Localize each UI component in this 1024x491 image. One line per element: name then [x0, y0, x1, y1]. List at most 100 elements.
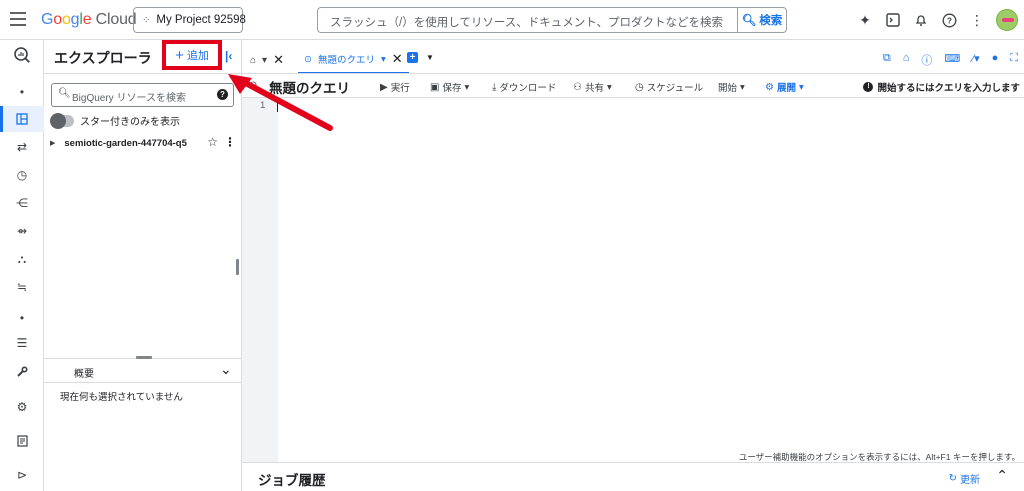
home-icon: ⌂ [250, 54, 257, 66]
schedule-button[interactable]: ◷ スケジュール [635, 80, 703, 95]
search-icon: 🔍︎ [58, 88, 71, 99]
close-icon[interactable]: ✕ [273, 52, 284, 68]
divider [44, 382, 242, 383]
divider [44, 73, 242, 74]
query-workspace: ⌂ ▾ ✕ ⊙ 無題のクエリ ▾ ✕ + ▼ ⧉ ⌂ ⓘ ⌨ ⁄▾ ● ⛶ ⊖ … [242, 40, 1024, 491]
more-icon[interactable]: ⋮ [224, 135, 236, 149]
query-icon: ⊙ [304, 53, 312, 65]
chevron-down-icon[interactable]: ▼ [426, 53, 434, 62]
bigquery-logo-icon[interactable] [12, 45, 32, 65]
project-picker[interactable]: ⁘ My Project 92598 [133, 7, 246, 33]
keyboard-icon[interactable]: ⌨ [944, 52, 960, 68]
release-notes-icon[interactable] [12, 431, 32, 451]
add-button[interactable]: + 追加 [162, 40, 222, 70]
query-status: ! 開始するにはクエリを入力します [863, 80, 1020, 94]
chevron-down-icon[interactable]: ⌄ [220, 361, 232, 378]
graph-icon[interactable]: ⛬ [12, 249, 32, 269]
query-toolbar: ⊖ 無題のクエリ ▶ 実行 ▣ 保存 ▾ ⤓ ダウンロード ⚇ 共有 ▾ ◷ ス… [242, 74, 1024, 98]
save-icon: ▣ [430, 81, 440, 93]
editor-cursor [277, 101, 278, 112]
magic-wand-icon[interactable]: ⁄▾ [972, 52, 979, 68]
add-button-label: 追加 [186, 50, 209, 62]
lightbulb-icon[interactable]: ● [992, 52, 999, 68]
editor-gutter [242, 98, 278, 462]
open-button[interactable]: 開始 ▾ [718, 80, 745, 95]
clock-icon: ◷ [635, 81, 644, 93]
share-label: 共有 [584, 83, 604, 94]
download-label: ダウンロード [499, 83, 557, 94]
logo-letter: o [53, 11, 62, 28]
cloud-shell-icon[interactable] [884, 11, 902, 29]
run-button[interactable]: ▶ 実行 [380, 80, 410, 95]
chevron-down-icon: ▾ [740, 81, 745, 93]
refresh-label: 更新 [960, 475, 980, 486]
dataform-icon[interactable]: ⇴ [12, 221, 32, 241]
chevron-down-icon[interactable]: ▾ [262, 55, 267, 66]
more-icon[interactable]: ⋮ [968, 11, 986, 29]
play-icon: ▶ [380, 81, 388, 93]
caret-right-icon[interactable]: ▶ [50, 139, 55, 147]
summary-resize-handle[interactable] [136, 356, 152, 359]
logo-letter: o [61, 11, 71, 28]
toggle-switch[interactable] [50, 112, 74, 129]
chevron-down-icon: ▾ [798, 81, 804, 93]
save-button[interactable]: ▣ 保存 ▾ [430, 80, 470, 95]
plus-icon[interactable]: + [407, 52, 418, 63]
starred-only-toggle[interactable]: スター付きのみを表示 [50, 112, 180, 129]
explorer-title: エクスプローラ [54, 50, 152, 66]
editor-tabs: ⌂ ▾ ✕ ⊙ 無題のクエリ ▾ ✕ + ▼ ⧉ ⌂ ⓘ ⌨ ⁄▾ ● ⛶ [242, 40, 1024, 74]
help-icon[interactable]: ? [940, 11, 958, 29]
collapse-icon[interactable]: ⊖ [249, 80, 257, 91]
tab-untitled-query[interactable]: ⊙ 無題のクエリ ▾ ✕ [298, 46, 409, 74]
resource-search-placeholder: BigQuery リソースを検索 [72, 93, 186, 104]
summary-empty-text: 現在何も選択されていません [60, 392, 183, 403]
tab-home[interactable]: ⌂ ▾ ✕ [250, 52, 284, 68]
wrench-icon[interactable] [12, 362, 32, 382]
gear-icon: ⚙ [765, 81, 774, 93]
chevron-down-icon: ▾ [464, 81, 470, 93]
resource-search-input[interactable]: 🔍︎ BigQuery リソースを検索 ? [51, 83, 234, 107]
star-icon[interactable]: ☆ [207, 135, 218, 149]
home-icon[interactable]: ⌂ [903, 52, 910, 68]
help-icon[interactable]: ? [217, 89, 228, 100]
collapse-panel-icon[interactable]: |‹ [225, 49, 232, 63]
google-cloud-logo[interactable]: Google Cloud [41, 11, 137, 29]
global-search-input[interactable]: スラッシュ（/）を使用してリソース、ドキュメント、プロダクトなどを検索 [317, 7, 737, 33]
transfers-icon[interactable]: ⇄ [12, 137, 32, 157]
job-history-bar: ジョブ履歴 ↻ 更新 ⌃ [242, 462, 1024, 491]
expand-icon[interactable]: ⊳ [12, 465, 32, 485]
avatar[interactable] [996, 9, 1018, 31]
scheduled-queries-icon[interactable]: ◷ [12, 165, 32, 185]
dot-icon: • [19, 311, 25, 325]
menu-icon[interactable] [10, 12, 26, 26]
refresh-button[interactable]: ↻ 更新 [949, 471, 980, 486]
run-label: 実行 [390, 83, 410, 94]
gemini-icon[interactable]: ✦ [856, 11, 874, 29]
settings-icon[interactable]: ⚙ [12, 397, 32, 417]
deploy-button[interactable]: ⚙ 展開 ▾ [765, 80, 804, 95]
search-icon: 🔍︎ [741, 15, 757, 27]
chevron-down-icon[interactable]: ▾ [381, 54, 386, 65]
logo-cloud-text: Cloud [95, 11, 137, 28]
share-button[interactable]: ⚇ 共有 ▾ [573, 80, 612, 95]
add-person-icon: ⚇ [573, 81, 582, 93]
download-button[interactable]: ⤓ ダウンロード [492, 80, 557, 95]
chevron-up-icon[interactable]: ⌃ [996, 467, 1008, 484]
pipelines-icon[interactable]: ≒ [12, 277, 32, 297]
list-icon[interactable]: ☰ [12, 333, 32, 353]
tree-row-project[interactable]: ▶ semiotic-garden-447704-q5 ☆ ⋮ [50, 135, 236, 151]
left-nav-rail: • ⇄ ◷ ⋲ ⇴ ⛬ ≒ • ☰ ⚙ ⊳ [0, 40, 44, 491]
dot-icon: • [19, 85, 25, 99]
info-icon[interactable]: ⓘ [921, 52, 932, 68]
open-in-icon[interactable]: ⧉ [883, 52, 891, 68]
notifications-icon[interactable] [912, 11, 930, 29]
resize-handle[interactable] [236, 259, 239, 275]
studio-icon[interactable] [12, 109, 32, 129]
fullscreen-icon[interactable]: ⛶ [1010, 52, 1018, 68]
svg-text:?: ? [947, 16, 952, 25]
open-label: 開始 [718, 83, 738, 94]
new-tab-button[interactable]: + ▼ [407, 52, 434, 63]
analytics-hub-icon[interactable]: ⋲ [12, 193, 32, 213]
close-icon[interactable]: ✕ [392, 51, 403, 67]
search-button[interactable]: 🔍︎ 検索 [737, 7, 787, 33]
